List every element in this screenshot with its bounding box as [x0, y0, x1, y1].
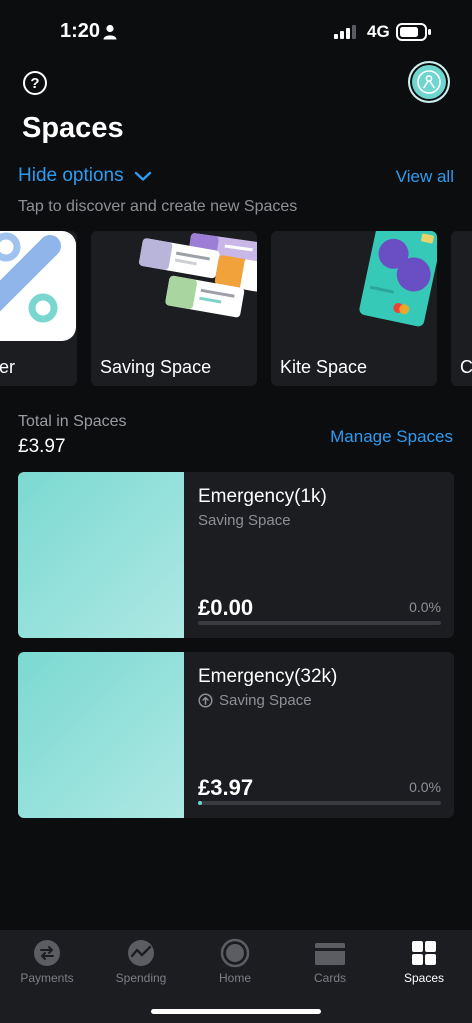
- person-icon: [103, 24, 117, 40]
- nav-label: Spaces: [403, 971, 445, 985]
- network-type: 4G: [367, 22, 390, 41]
- round-up-icon: [198, 693, 213, 708]
- space-type: Saving Space: [198, 512, 291, 529]
- chevron-down-icon: [134, 171, 151, 181]
- nav-label: Home: [218, 971, 251, 985]
- home-icon: [220, 938, 250, 968]
- discover-subtitle: Tap to discover and create new Spaces: [18, 198, 298, 215]
- total-in-spaces-value: £3.97: [18, 436, 66, 457]
- spending-icon: [128, 940, 154, 966]
- space-progress-percent: 0.0%: [409, 779, 441, 795]
- space-progress-fill: [198, 801, 202, 805]
- nav-label: Cards: [313, 971, 346, 985]
- space-illustration: [0, 231, 76, 341]
- cards-icon: [315, 943, 345, 965]
- space-thumbnail: [18, 472, 184, 638]
- carousel-card-kite-space[interactable]: Kite Space: [271, 231, 437, 386]
- spaces-icon: [412, 941, 436, 965]
- nav-label: Payments: [20, 971, 74, 985]
- nav-spaces[interactable]: Spaces: [377, 930, 471, 1000]
- space-progress-bar: [198, 621, 441, 625]
- space-thumbnail: [18, 652, 184, 818]
- space-progress-bar: [198, 801, 441, 805]
- battery-icon: [396, 23, 431, 41]
- space-type-label: Saving Space: [198, 512, 291, 529]
- space-progress-percent: 0.0%: [409, 599, 441, 615]
- home-indicator: [151, 1009, 321, 1014]
- space-amount: £0.00: [198, 595, 254, 620]
- kite-card-illustration: [359, 231, 437, 327]
- carousel-label: Saving Space: [100, 357, 212, 377]
- space-name: Emergency(32k): [198, 666, 338, 687]
- saving-space-illustration: [139, 233, 257, 318]
- profile-avatar-button[interactable]: [408, 61, 450, 103]
- signal-icon: [334, 25, 356, 39]
- carousel-card-partial-left[interactable]: ver: [0, 231, 77, 386]
- help-icon: ?: [30, 74, 40, 92]
- payments-icon: [34, 940, 60, 966]
- space-card[interactable]: Emergency(32k) Saving Space £3.97 0.0%: [18, 652, 454, 818]
- space-amount: £3.97: [198, 775, 254, 800]
- nav-cards[interactable]: Cards: [283, 930, 377, 1000]
- nav-home[interactable]: Home: [188, 930, 282, 1000]
- space-type-label: Saving Space: [219, 692, 312, 709]
- carousel-card-saving-space[interactable]: Saving Space: [91, 231, 257, 386]
- carousel-label: Kite Space: [280, 357, 368, 377]
- carousel-label: C: [460, 357, 472, 377]
- page-title: Spaces: [22, 112, 124, 144]
- hide-options-toggle[interactable]: Hide options: [18, 165, 152, 187]
- carousel-label: ver: [0, 357, 16, 377]
- manage-spaces-link[interactable]: Manage Spaces: [330, 427, 453, 447]
- carousel-card-partial-right[interactable]: C: [451, 231, 472, 386]
- total-in-spaces-label: Total in Spaces: [18, 413, 127, 430]
- nav-payments[interactable]: Payments: [0, 930, 94, 1000]
- nav-spending[interactable]: Spending: [94, 930, 188, 1000]
- help-button[interactable]: ?: [23, 71, 47, 95]
- status-bar: 1:20 4G: [0, 0, 472, 64]
- space-card[interactable]: Emergency(1k) Saving Space £0.00 0.0%: [18, 472, 454, 638]
- status-time: 1:20: [60, 20, 101, 42]
- space-type: Saving Space: [198, 692, 312, 709]
- nav-label: Spending: [115, 971, 167, 985]
- space-name: Emergency(1k): [198, 486, 327, 507]
- view-all-link[interactable]: View all: [396, 167, 454, 187]
- avatar-icon: [417, 70, 441, 94]
- hide-options-label: Hide options: [18, 165, 124, 186]
